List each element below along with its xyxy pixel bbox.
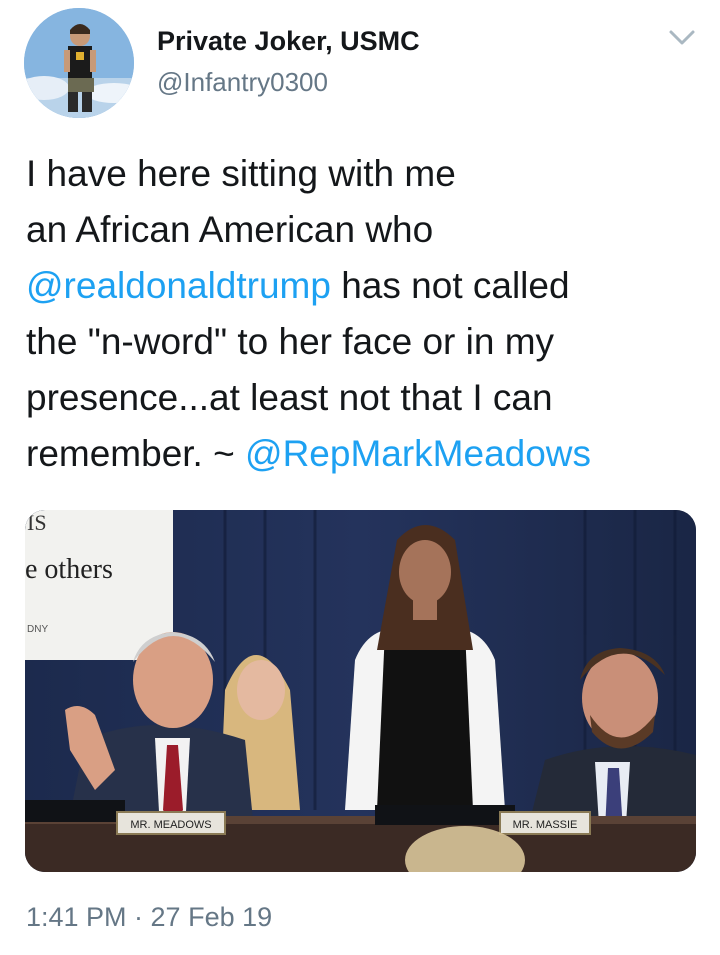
nameplate-right: MR. MASSIE <box>513 819 578 831</box>
tweet-text-segment: remember. ~ <box>26 433 246 474</box>
media-sign-text-1: IS <box>27 510 47 535</box>
tweet-text-segment: has not called <box>330 265 570 306</box>
tweet-text-line: an African American who <box>26 202 706 258</box>
chevron-down-icon[interactable] <box>667 26 697 50</box>
tweet-text-line: remember. ~ @RepMarkMeadows <box>26 426 706 482</box>
tweet-timestamp[interactable]: 1:41 PM · 27 Feb 19 <box>26 902 272 933</box>
tweet-text-line: I have here sitting with me <box>26 146 706 202</box>
tweet-text-line: @realdonaldtrump has not called <box>26 258 706 314</box>
tweet-text-segment: an African American who <box>26 209 434 250</box>
media-sign-text-2: e others <box>25 554 113 585</box>
mention-link[interactable]: @realdonaldtrump <box>26 265 331 306</box>
author-handle[interactable]: @Infantry0300 <box>157 67 328 98</box>
author-avatar[interactable] <box>24 8 134 118</box>
tweet-text-segment: presence...at least not that I can <box>26 377 553 418</box>
tweet-text: I have here sitting with me an African Am… <box>26 146 706 482</box>
tweet-text-segment: the "n-word" to her face or in my <box>26 321 555 362</box>
mention-link[interactable]: @RepMarkMeadows <box>245 433 591 474</box>
tweet-card: Private Joker, USMC @Infantry0300 I have… <box>0 0 720 955</box>
tweet-media-image[interactable]: IS e others DNY MR. MEADOWS MR. MASSIE <box>25 510 696 872</box>
media-sign-text-3: DNY <box>27 624 48 635</box>
nameplate-left: MR. MEADOWS <box>130 819 211 831</box>
tweet-text-line: the "n-word" to her face or in my <box>26 314 706 370</box>
tweet-text-segment: I have here sitting with me <box>26 153 456 194</box>
tweet-text-line: presence...at least not that I can <box>26 370 706 426</box>
avatar-photo-icon <box>24 8 134 118</box>
author-display-name[interactable]: Private Joker, USMC <box>157 26 420 57</box>
